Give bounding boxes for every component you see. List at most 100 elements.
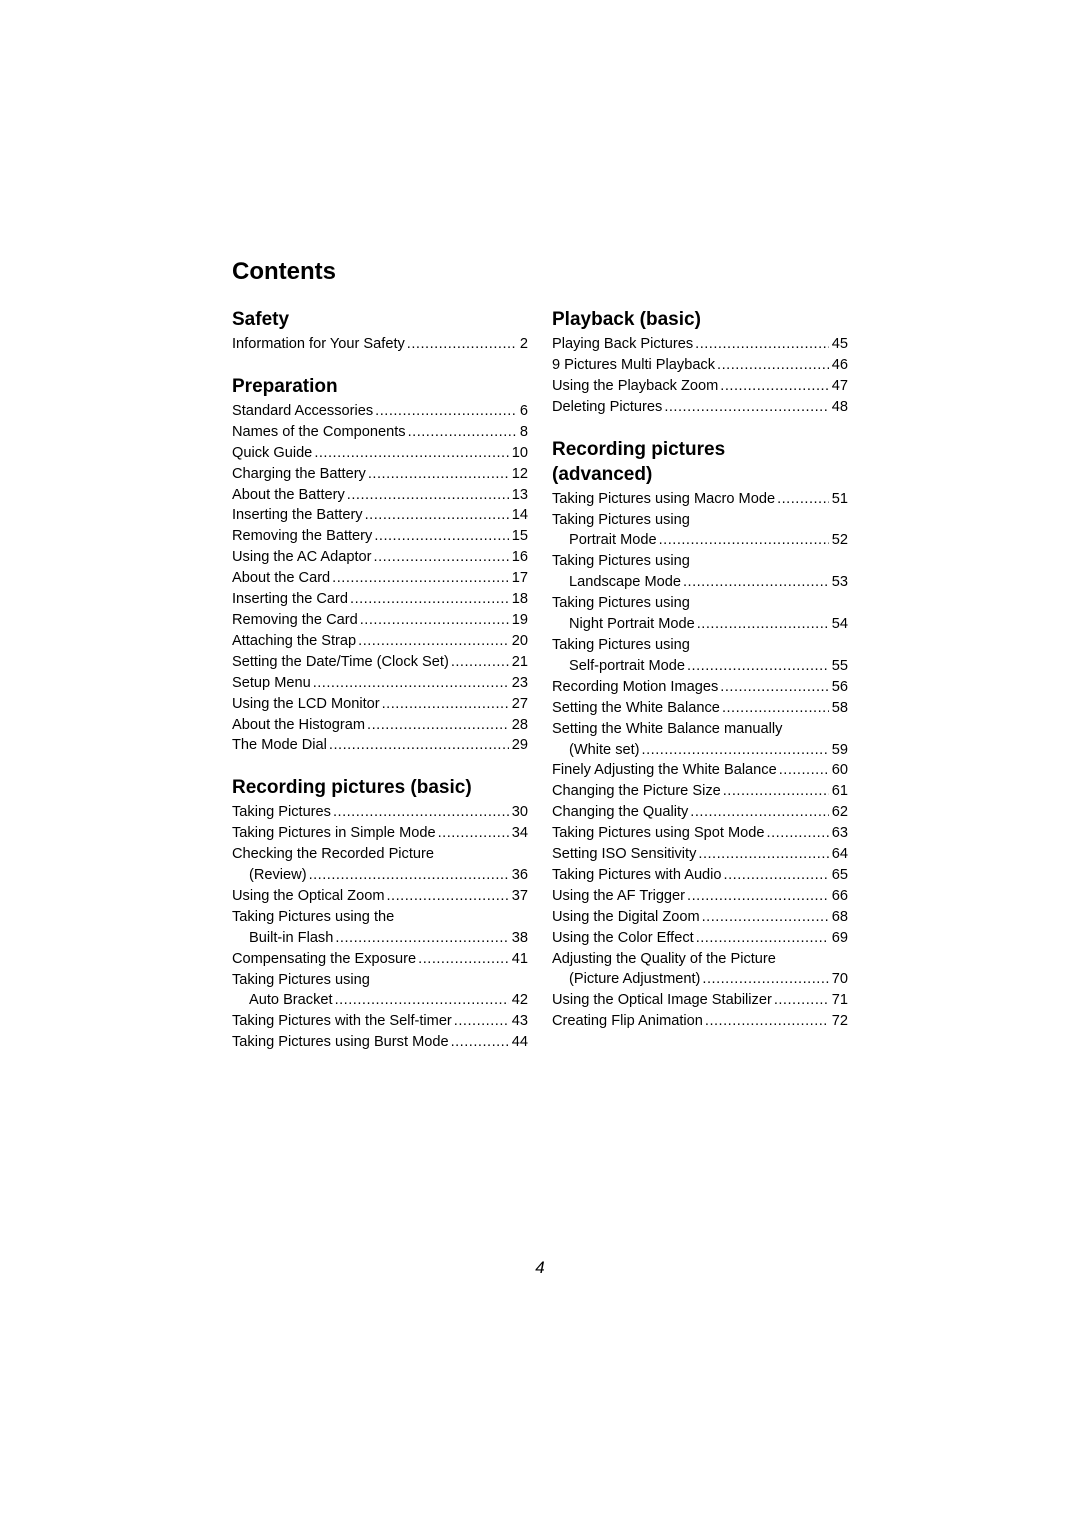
dot-leader: [374, 547, 509, 568]
toc-entry-title: Auto Bracket: [249, 992, 333, 1009]
toc-entry[interactable]: Using the Playback Zoom 47: [552, 376, 848, 397]
toc-entry[interactable]: Taking Pictures with Audio 65: [552, 865, 848, 886]
toc-entry[interactable]: Removing the Battery 15: [232, 526, 528, 547]
toc-entry[interactable]: Using the AC Adaptor 16: [232, 547, 528, 568]
toc-entry[interactable]: About the Histogram 28: [232, 715, 528, 736]
toc-entry-line: Attaching the Strap 20: [232, 631, 528, 652]
toc-entry-line: Inserting the Card 18: [232, 589, 528, 610]
toc-entry[interactable]: Quick Guide 10: [232, 443, 528, 464]
toc-entry[interactable]: Inserting the Card 18: [232, 589, 528, 610]
toc-entry-title: Taking Pictures using: [552, 511, 690, 528]
toc-entry[interactable]: Setting the White Balance manually (White…: [552, 719, 848, 761]
toc-entry[interactable]: Taking Pictures using Spot Mode 63: [552, 823, 848, 844]
toc-entry[interactable]: Taking Pictures using Landscape Mode 53: [552, 551, 848, 593]
toc-entry[interactable]: Using the Optical Zoom 37: [232, 886, 528, 907]
toc-entry-list: Playing Back Pictures 45 9 Pictures Multi …: [552, 334, 848, 418]
toc-entry-title: Adjusting the Quality of the Picture: [552, 950, 776, 967]
toc-entry[interactable]: Changing the Quality 62: [552, 802, 848, 823]
toc-entry[interactable]: Deleting Pictures 48: [552, 397, 848, 418]
toc-entry-line: Built-in Flash 38: [232, 928, 528, 949]
toc-page-number: 46: [831, 356, 848, 373]
toc-entry[interactable]: Removing the Card 19: [232, 610, 528, 631]
toc-entry[interactable]: Names of the Components 8: [232, 422, 528, 443]
dot-leader: [695, 334, 829, 355]
toc-entry-line: About the Card 17: [232, 568, 528, 589]
toc-entry[interactable]: Creating Flip Animation 72: [552, 1011, 848, 1032]
toc-entry[interactable]: 9 Pictures Multi Playback 46: [552, 355, 848, 376]
toc-entry[interactable]: Changing the Picture Size 61: [552, 781, 848, 802]
toc-entry[interactable]: Using the AF Trigger 66: [552, 886, 848, 907]
dot-leader: [408, 422, 517, 443]
dot-leader: [777, 489, 829, 510]
toc-entry[interactable]: Taking Pictures using Night Portrait Mode…: [552, 593, 848, 635]
toc-page-number: 45: [831, 336, 848, 352]
toc-entry[interactable]: Compensating the Exposure 41: [232, 949, 528, 970]
toc-entry[interactable]: Taking Pictures using Self-portrait Mode 5…: [552, 635, 848, 677]
dot-leader: [335, 990, 509, 1011]
dot-leader: [767, 823, 829, 844]
dot-leader: [702, 907, 829, 928]
toc-entry[interactable]: Taking Pictures in Simple Mode 34: [232, 823, 528, 844]
toc-entry[interactable]: The Mode Dial 29: [232, 735, 528, 756]
toc-entry[interactable]: Taking Pictures 30: [232, 802, 528, 823]
toc-entry[interactable]: About the Battery 13: [232, 485, 528, 506]
toc-entry[interactable]: Recording Motion Images 56: [552, 677, 848, 698]
toc-entry[interactable]: Setting ISO Sensitivity 64: [552, 844, 848, 865]
toc-entry-line: Inserting the Battery 14: [232, 505, 528, 526]
toc-entry[interactable]: Taking Pictures using Auto Bracket 42: [232, 970, 528, 1012]
toc-entry[interactable]: Taking Pictures using Macro Mode 51: [552, 489, 848, 510]
toc-entry[interactable]: Using the Optical Image Stabilizer 71: [552, 990, 848, 1011]
dot-leader: [717, 355, 829, 376]
toc-entry[interactable]: Using the Digital Zoom 68: [552, 907, 848, 928]
toc-page-number: 18: [511, 591, 528, 608]
toc-entry[interactable]: Playing Back Pictures 45: [552, 334, 848, 355]
toc-entry-line: 9 Pictures Multi Playback 46: [552, 355, 848, 376]
toc-page-number: 63: [831, 825, 848, 842]
toc-page-number: 65: [831, 866, 848, 883]
section-heading: Preparation: [232, 375, 338, 397]
toc-entry[interactable]: Attaching the Strap 20: [232, 631, 528, 652]
dot-leader: [407, 334, 517, 355]
toc-entry-line: Taking Pictures using Burst Mode 44: [232, 1032, 528, 1053]
toc-page-number: 51: [831, 490, 848, 507]
toc-entry-line: Adjusting the Quality of the Picture: [552, 949, 848, 970]
dot-leader: [438, 823, 509, 844]
toc-entry[interactable]: Checking the Recorded Picture (Review) 36: [232, 844, 528, 886]
toc-page-number: 48: [831, 398, 848, 415]
toc-entry-line: Finely Adjusting the White Balance 60: [552, 760, 848, 781]
toc-page-number: 30: [511, 804, 528, 821]
toc-entry[interactable]: Setting the Date/Time (Clock Set) 21: [232, 652, 528, 673]
toc-entry-title: 9 Pictures Multi Playback: [552, 356, 716, 373]
dot-leader: [350, 589, 509, 610]
toc-entry[interactable]: Standard Accessories 6: [232, 401, 528, 422]
toc-entry[interactable]: Taking Pictures using Burst Mode 44: [232, 1032, 528, 1053]
toc-page-number: 36: [511, 867, 528, 884]
page-number: 4: [535, 1258, 545, 1277]
toc-entry[interactable]: Setup Menu 23: [232, 673, 528, 694]
toc-entry[interactable]: About the Card 17: [232, 568, 528, 589]
toc-page-number: 20: [511, 632, 528, 649]
toc-page-number: 16: [511, 549, 528, 566]
toc-entry[interactable]: Adjusting the Quality of the Picture (Pic…: [552, 949, 848, 991]
toc-entry-title: Using the AF Trigger: [552, 887, 686, 904]
toc-page-number: 55: [831, 657, 848, 674]
toc-entry[interactable]: Charging the Battery 12: [232, 464, 528, 485]
toc-entry-line: Taking Pictures using Spot Mode 63: [552, 823, 848, 844]
toc-entry[interactable]: Using the Color Effect 69: [552, 928, 848, 949]
toc-entry-line: Playing Back Pictures 45: [552, 334, 848, 355]
toc-entry-line: Taking Pictures using: [552, 635, 848, 656]
toc-entry[interactable]: Using the LCD Monitor 27: [232, 694, 528, 715]
toc-entry-list: Taking Pictures 30 Taking Pictures in Simp…: [232, 802, 528, 1053]
dot-leader: [687, 886, 829, 907]
toc-entry[interactable]: Taking Pictures using the Built-in Flash 3…: [232, 907, 528, 949]
toc-entry[interactable]: Setting the White Balance 58: [552, 698, 848, 719]
dot-leader: [451, 652, 509, 673]
toc-entry[interactable]: Information for Your Safety 2: [232, 334, 528, 355]
toc-entry[interactable]: Taking Pictures with the Self-timer 43: [232, 1011, 528, 1032]
toc-entry[interactable]: Finely Adjusting the White Balance 60: [552, 760, 848, 781]
toc-page-number: 17: [511, 570, 528, 587]
dot-leader: [642, 740, 829, 761]
toc-entry-title: Taking Pictures using: [232, 971, 370, 988]
toc-entry[interactable]: Taking Pictures using Portrait Mode 52: [552, 510, 848, 552]
toc-entry[interactable]: Inserting the Battery 14: [232, 505, 528, 526]
